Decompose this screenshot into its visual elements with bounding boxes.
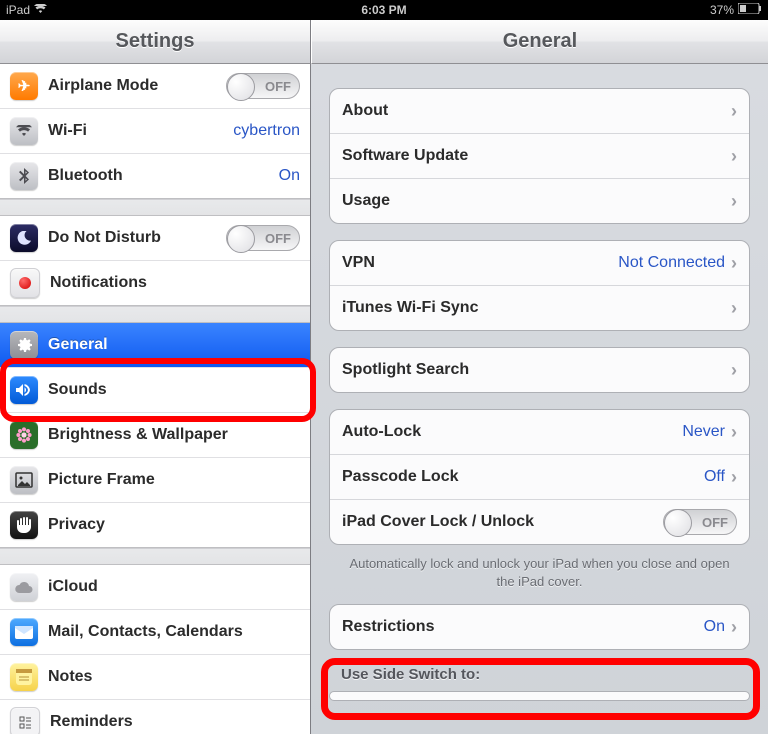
sidebar-item-privacy[interactable]: Privacy <box>0 502 310 547</box>
sidebar-item-brightness-wallpaper[interactable]: Brightness & Wallpaper <box>0 412 310 457</box>
sidebar-item-mail[interactable]: Mail, Contacts, Calendars <box>0 609 310 654</box>
status-bar: iPad 6:03 PM 37% <box>0 0 768 20</box>
detail-row-about[interactable]: About › <box>330 89 749 133</box>
sidebar-item-notes[interactable]: Notes <box>0 654 310 699</box>
detail-row-passcode-lock[interactable]: Passcode Lock Off › <box>330 454 749 499</box>
sidebar-item-label: iCloud <box>48 578 300 596</box>
detail-row-label: About <box>342 102 731 120</box>
detail-row-label: iPad Cover Lock / Unlock <box>342 513 663 531</box>
notifications-icon <box>10 268 40 298</box>
gear-icon <box>10 331 38 359</box>
chevron-right-icon: › <box>731 101 737 122</box>
chevron-right-icon: › <box>731 253 737 274</box>
sidebar-item-notifications[interactable]: Notifications <box>0 260 310 305</box>
toggle-knob <box>227 73 255 101</box>
chevron-right-icon: › <box>731 617 737 638</box>
sidebar-item-picture-frame[interactable]: Picture Frame <box>0 457 310 502</box>
sidebar-item-label: Sounds <box>48 381 300 399</box>
sidebar-item-airplane-mode[interactable]: ✈ Airplane Mode OFF <box>0 64 310 108</box>
sidebar-item-label: Brightness & Wallpaper <box>48 426 300 444</box>
status-time: 6:03 PM <box>0 3 768 17</box>
hand-icon <box>10 511 38 539</box>
sidebar-item-label: General <box>48 336 300 354</box>
mail-icon <box>10 618 38 646</box>
sidebar-item-sounds[interactable]: Sounds <box>0 367 310 412</box>
cover-lock-caption: Automatically lock and unlock your iPad … <box>339 555 740 590</box>
reminders-icon <box>10 707 40 734</box>
notes-icon <box>10 663 38 691</box>
chevron-right-icon: › <box>731 298 737 319</box>
flower-icon <box>10 421 38 449</box>
cover-lock-toggle[interactable]: OFF <box>663 509 737 535</box>
sidebar: ✈ Airplane Mode OFF Wi-Fi cybertron Blue… <box>0 64 311 734</box>
detail-row-usage[interactable]: Usage › <box>330 178 749 223</box>
airplane-icon: ✈ <box>10 72 38 100</box>
passcode-value: Off <box>704 468 725 486</box>
sidebar-item-label: Wi-Fi <box>48 122 233 140</box>
sidebar-item-label: Picture Frame <box>48 471 300 489</box>
toggle-knob <box>664 509 692 537</box>
restrictions-value: On <box>704 618 725 636</box>
wifi-icon <box>10 117 38 145</box>
sidebar-item-label: Mail, Contacts, Calendars <box>48 623 300 641</box>
detail-row-software-update[interactable]: Software Update › <box>330 133 749 178</box>
chevron-right-icon: › <box>731 360 737 381</box>
detail-row-auto-lock[interactable]: Auto-Lock Never › <box>330 410 749 454</box>
detail-row-label: Restrictions <box>342 618 704 636</box>
auto-lock-value: Never <box>682 423 725 441</box>
side-switch-section-label: Use Side Switch to: <box>341 666 750 683</box>
chevron-right-icon: › <box>731 191 737 212</box>
sidebar-item-bluetooth[interactable]: Bluetooth On <box>0 153 310 198</box>
sidebar-item-wifi[interactable]: Wi-Fi cybertron <box>0 108 310 153</box>
vpn-value: Not Connected <box>618 254 725 272</box>
detail-row-restrictions[interactable]: Restrictions On › <box>330 605 749 649</box>
sidebar-item-label: Notifications <box>50 274 300 292</box>
detail-row-itunes-wifi-sync[interactable]: iTunes Wi-Fi Sync › <box>330 285 749 330</box>
detail-row-label: VPN <box>342 254 618 272</box>
wifi-network-value: cybertron <box>233 122 300 140</box>
toggle-off-label: OFF <box>265 231 291 246</box>
picture-frame-icon <box>10 466 38 494</box>
cloud-icon <box>10 573 38 601</box>
sidebar-title: Settings <box>0 20 311 64</box>
toggle-off-label: OFF <box>702 515 728 530</box>
sidebar-item-label: Notes <box>48 668 300 686</box>
dnd-toggle[interactable]: OFF <box>226 225 300 251</box>
detail-row-label: Usage <box>342 192 731 210</box>
detail-row-spotlight-search[interactable]: Spotlight Search › <box>330 348 749 392</box>
detail-row-label: Software Update <box>342 147 731 165</box>
sidebar-item-do-not-disturb[interactable]: Do Not Disturb OFF <box>0 216 310 260</box>
toggle-off-label: OFF <box>265 79 291 94</box>
toggle-knob <box>227 225 255 253</box>
speaker-icon <box>10 376 38 404</box>
sidebar-item-label: Do Not Disturb <box>48 229 226 247</box>
bluetooth-value: On <box>279 167 300 185</box>
detail-row-label: Auto-Lock <box>342 423 682 441</box>
sidebar-item-label: Bluetooth <box>48 167 279 185</box>
chevron-right-icon: › <box>731 422 737 443</box>
sidebar-item-reminders[interactable]: Reminders <box>0 699 310 734</box>
detail-title: General <box>311 20 768 64</box>
sidebar-item-general[interactable]: General <box>0 323 310 367</box>
detail-row-label: Spotlight Search <box>342 361 731 379</box>
detail-pane: About › Software Update › Usage › VPN No… <box>311 64 768 734</box>
sidebar-item-label: Reminders <box>50 713 300 731</box>
bluetooth-icon <box>10 162 38 190</box>
airplane-toggle[interactable]: OFF <box>226 73 300 99</box>
chevron-right-icon: › <box>731 467 737 488</box>
sidebar-item-label: Airplane Mode <box>48 77 226 95</box>
sidebar-item-icloud[interactable]: iCloud <box>0 565 310 609</box>
sidebar-item-label: Privacy <box>48 516 300 534</box>
detail-row-cover-lock[interactable]: iPad Cover Lock / Unlock OFF <box>330 499 749 544</box>
detail-row-label: Passcode Lock <box>342 468 704 486</box>
detail-row-label: iTunes Wi-Fi Sync <box>342 299 731 317</box>
detail-row-vpn[interactable]: VPN Not Connected › <box>330 241 749 285</box>
header-bar: Settings General <box>0 20 768 64</box>
moon-icon <box>10 224 38 252</box>
device-frame: iPad 6:03 PM 37% Settings General ✈ Airp… <box>0 0 768 734</box>
chevron-right-icon: › <box>731 146 737 167</box>
